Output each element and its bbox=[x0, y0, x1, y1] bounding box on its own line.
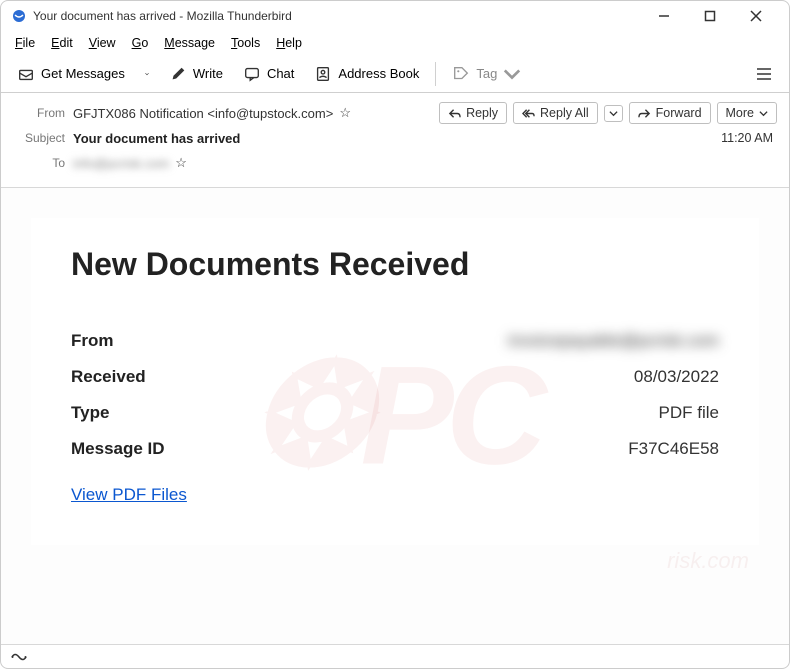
menu-go[interactable]: Go bbox=[126, 34, 155, 52]
star-icon[interactable]: ☆ bbox=[175, 155, 187, 171]
chevron-down-icon bbox=[145, 65, 149, 83]
from-label: From bbox=[13, 106, 65, 120]
address-book-icon bbox=[314, 65, 332, 83]
address-book-label: Address Book bbox=[338, 66, 419, 81]
message-body: ❂PC risk.com New Documents Received From… bbox=[1, 188, 789, 644]
watermark-sub: risk.com bbox=[667, 548, 749, 574]
row-from-key: From bbox=[71, 331, 114, 351]
row-type-key: Type bbox=[71, 403, 109, 423]
app-menu-button[interactable] bbox=[747, 61, 781, 87]
close-button[interactable] bbox=[733, 1, 779, 31]
reply-button[interactable]: Reply bbox=[439, 102, 507, 124]
email-card: New Documents Received From invoicepayab… bbox=[31, 218, 759, 545]
menu-file[interactable]: File bbox=[9, 34, 41, 52]
forward-icon bbox=[638, 107, 651, 120]
statusbar bbox=[1, 644, 789, 668]
maximize-button[interactable] bbox=[687, 1, 733, 31]
row-type: Type PDF file bbox=[71, 395, 719, 431]
minimize-button[interactable] bbox=[641, 1, 687, 31]
row-received-key: Received bbox=[71, 367, 146, 387]
inbox-icon bbox=[17, 65, 35, 83]
activity-icon[interactable] bbox=[11, 650, 27, 664]
row-msgid-key: Message ID bbox=[71, 439, 165, 459]
view-pdf-link[interactable]: View PDF Files bbox=[71, 485, 187, 505]
reply-all-dropdown[interactable] bbox=[604, 105, 623, 122]
message-header: From GFJTX086 Notification <info@tupstoc… bbox=[1, 93, 789, 188]
chevron-down-icon bbox=[609, 109, 618, 118]
forward-label: Forward bbox=[656, 106, 702, 120]
row-msgid: Message ID F37C46E58 bbox=[71, 431, 719, 467]
chat-button[interactable]: Chat bbox=[235, 61, 302, 87]
forward-button[interactable]: Forward bbox=[629, 102, 711, 124]
get-messages-button[interactable]: Get Messages bbox=[9, 61, 133, 87]
pencil-icon bbox=[169, 65, 187, 83]
row-received-value: 08/03/2022 bbox=[634, 367, 719, 387]
time-label: 11:20 AM bbox=[721, 131, 777, 145]
subject-label: Subject bbox=[13, 131, 65, 145]
row-received: Received 08/03/2022 bbox=[71, 359, 719, 395]
tag-button[interactable]: Tag bbox=[444, 61, 529, 87]
reply-icon bbox=[448, 107, 461, 120]
menubar: File Edit View Go Message Tools Help bbox=[1, 31, 789, 55]
menu-message[interactable]: Message bbox=[158, 34, 221, 52]
row-msgid-value: F37C46E58 bbox=[628, 439, 719, 459]
menu-view[interactable]: View bbox=[83, 34, 122, 52]
menu-tools[interactable]: Tools bbox=[225, 34, 266, 52]
toolbar: Get Messages Write Chat Address Book Tag bbox=[1, 55, 789, 93]
write-button[interactable]: Write bbox=[161, 61, 231, 87]
more-button[interactable]: More bbox=[717, 102, 777, 124]
toolbar-separator bbox=[435, 62, 436, 86]
thunderbird-icon bbox=[11, 8, 27, 24]
write-label: Write bbox=[193, 66, 223, 81]
more-label: More bbox=[726, 106, 754, 120]
get-messages-dropdown[interactable] bbox=[137, 61, 157, 87]
reply-all-icon bbox=[522, 107, 535, 120]
reply-all-label: Reply All bbox=[540, 106, 589, 120]
reply-all-button[interactable]: Reply All bbox=[513, 102, 598, 124]
window-title: Your document has arrived - Mozilla Thun… bbox=[33, 9, 641, 23]
menu-help[interactable]: Help bbox=[270, 34, 308, 52]
chat-label: Chat bbox=[267, 66, 294, 81]
email-title: New Documents Received bbox=[71, 246, 719, 283]
menu-edit[interactable]: Edit bbox=[45, 34, 79, 52]
chevron-down-icon bbox=[503, 65, 521, 83]
tag-icon bbox=[452, 65, 470, 83]
address-book-button[interactable]: Address Book bbox=[306, 61, 427, 87]
reply-label: Reply bbox=[466, 106, 498, 120]
row-type-value: PDF file bbox=[659, 403, 719, 423]
from-value[interactable]: GFJTX086 Notification <info@tupstock.com… bbox=[73, 106, 333, 121]
to-value[interactable]: info@pcrisk.com bbox=[73, 156, 169, 171]
row-from-value: invoicepayable@pcrisk.com bbox=[508, 331, 719, 351]
chevron-down-icon bbox=[759, 109, 768, 118]
star-icon[interactable]: ☆ bbox=[339, 105, 351, 121]
chat-icon bbox=[243, 65, 261, 83]
row-from: From invoicepayable@pcrisk.com bbox=[71, 323, 719, 359]
window-titlebar: Your document has arrived - Mozilla Thun… bbox=[1, 1, 789, 31]
hamburger-icon bbox=[755, 65, 773, 83]
subject-value: Your document has arrived bbox=[73, 131, 240, 146]
get-messages-label: Get Messages bbox=[41, 66, 125, 81]
to-label: To bbox=[13, 156, 65, 170]
tag-label: Tag bbox=[476, 66, 497, 81]
